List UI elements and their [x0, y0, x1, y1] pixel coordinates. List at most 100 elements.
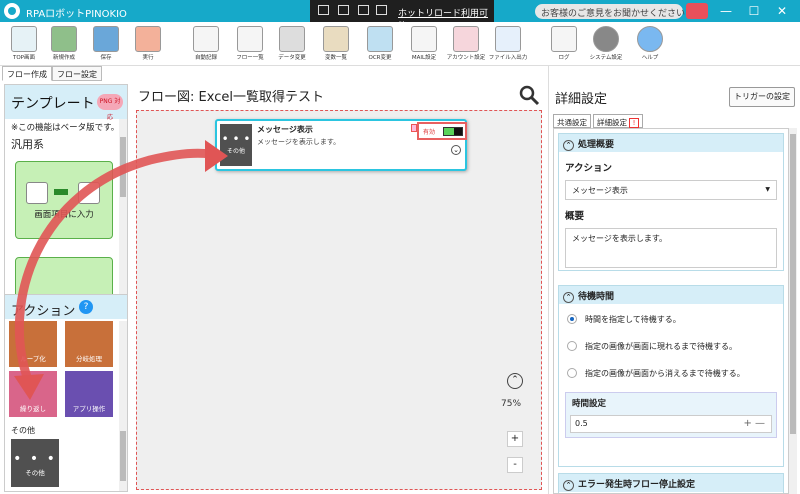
gear-icon: [593, 26, 619, 52]
summary-textarea[interactable]: メッセージを表示します。: [565, 228, 777, 268]
action-section: アクション ? ループ化 分岐処理 繰り返し アプリ操作 その他 • • • その…: [4, 294, 128, 492]
data-change-button[interactable]: データ変更: [272, 24, 312, 64]
arrow-right-icon: [54, 189, 68, 195]
app-logo-icon: [4, 3, 20, 19]
detail-panel: 詳細設定 トリガーの設定 共通設定 詳細設定! ⌃ 処理概要 アクション メッセー…: [548, 66, 800, 494]
record-icon: [193, 26, 219, 52]
account-icon: [453, 26, 479, 52]
time-setting-label: 時間設定: [572, 399, 607, 409]
action-tile-app[interactable]: アプリ操作: [65, 371, 113, 417]
action-tile-branch[interactable]: 分岐処理: [65, 321, 113, 367]
folder-icon: [367, 26, 393, 52]
template-card-2[interactable]: [15, 257, 113, 295]
time-setting-box: 時間設定 0.5 + —: [565, 392, 777, 438]
feedback-hand-icon[interactable]: [686, 3, 708, 19]
dots-icon: • • •: [13, 451, 57, 467]
save-button[interactable]: 保存: [86, 24, 126, 64]
list-icon: [237, 26, 263, 52]
log-icon: [551, 26, 577, 52]
file-io-button[interactable]: ファイル入出力: [488, 24, 528, 64]
tab-common-settings[interactable]: 共通設定: [553, 114, 591, 128]
zoom-level: 75%: [501, 399, 522, 409]
new-button[interactable]: 新規作成: [44, 24, 84, 64]
radio-wait-image-appear[interactable]: 指定の画像が画面に現れるまで待機する。: [567, 341, 737, 352]
system-settings-button[interactable]: システム設定: [586, 24, 626, 64]
app-title: RPAロボットPINOKIO: [26, 9, 127, 20]
pointer-icon[interactable]: [318, 5, 329, 15]
top-button[interactable]: TOP画面: [4, 24, 44, 64]
help-button[interactable]: ヘルプ: [630, 24, 670, 64]
log-button[interactable]: ログ: [544, 24, 584, 64]
flow-canvas[interactable]: • • • その他 メッセージ表示 メッセージを表示します。 有効 ⌄ ⌃ 75%…: [136, 110, 542, 490]
zoom-in-button[interactable]: +: [507, 431, 523, 447]
node-title: メッセージ表示: [257, 125, 313, 134]
action-header: アクション ?: [5, 295, 127, 319]
mail-icon: [411, 26, 437, 52]
template-card-input[interactable]: 画面項目に入力: [15, 161, 113, 239]
action-scrollbar[interactable]: [119, 321, 127, 491]
capture-icon[interactable]: [376, 5, 387, 15]
help-icon: [637, 26, 663, 52]
action-field-label: アクション: [565, 163, 613, 174]
enabled-label: 有効: [423, 129, 436, 136]
run-button[interactable]: 実行: [128, 24, 168, 64]
zoom-out-button[interactable]: -: [507, 457, 523, 473]
tab-flow-settings[interactable]: フロー設定: [52, 66, 102, 81]
minimize-button[interactable]: —: [712, 2, 740, 20]
search-icon[interactable]: [518, 84, 540, 106]
other-category-label: その他: [11, 426, 35, 435]
file-io-icon: [495, 26, 521, 52]
flow-node-message[interactable]: • • • その他 メッセージ表示 メッセージを表示します。 有効 ⌄: [215, 119, 467, 171]
detail-scrollbar[interactable]: [789, 128, 797, 494]
variable-list-button[interactable]: 変数一覧: [316, 24, 356, 64]
help-circle-icon[interactable]: ?: [79, 300, 93, 314]
template-category: 汎用系: [11, 138, 44, 151]
section-wait: ⌃ 待機時間 時間を指定して待機する。 指定の画像が画面に現れるまで待機する。 指…: [558, 285, 784, 467]
save-icon: [93, 26, 119, 52]
main-toolbar: TOP画面 新規作成 保存 実行 自動記録 フロー一覧 データ変更 変数一覧 O…: [0, 22, 800, 66]
feedback-button[interactable]: お客様のご意見をお聞かせください: [535, 4, 685, 19]
radio-wait-image-disappear[interactable]: 指定の画像が画面から消えるまで待機する。: [567, 368, 745, 379]
chevron-up-icon[interactable]: ⌃: [507, 373, 523, 389]
time-input[interactable]: 0.5 + —: [570, 415, 772, 433]
action-select[interactable]: メッセージ表示 ▼: [565, 180, 777, 200]
warning-icon: !: [629, 118, 639, 128]
chevron-down-icon[interactable]: ⌄: [451, 145, 461, 155]
flow-panel: フロー図: Excel一覧取得テスト • • • その他 メッセージ表示 メッセー…: [134, 66, 546, 494]
radio-wait-time[interactable]: 時間を指定して待機する。: [567, 314, 681, 325]
node-description: メッセージを表示します。: [257, 138, 341, 146]
close-button[interactable]: ✕: [768, 2, 796, 20]
tab-flow-create[interactable]: フロー作成: [2, 66, 52, 81]
template-card-label: 画面項目に入力: [34, 210, 94, 220]
remote-toolbar: ホットリロード利用可能: [310, 0, 494, 32]
play-icon: [135, 26, 161, 52]
template-header: テンプレート PNG 対応: [5, 85, 127, 121]
action-tile-other[interactable]: • • • その他: [11, 439, 59, 487]
summary-field-label: 概要: [565, 211, 585, 222]
action-tile-loop[interactable]: ループ化: [9, 321, 57, 367]
template-scrollbar[interactable]: [119, 119, 127, 295]
node-other-icon: • • • その他: [220, 124, 252, 166]
chevron-up-icon: ⌃: [563, 480, 574, 491]
enabled-toggle[interactable]: [443, 127, 463, 136]
mouse-icon: [26, 182, 48, 204]
section-summary-header[interactable]: ⌃ 処理概要: [559, 134, 783, 152]
screen-icon[interactable]: [338, 5, 349, 15]
window-icon[interactable]: [358, 5, 369, 15]
flow-list-button[interactable]: フロー一覧: [230, 24, 270, 64]
left-panel: フロー作成 フロー設定 テンプレート PNG 対応 ※この機能はベータ版です。 …: [0, 66, 132, 494]
action-tile-repeat[interactable]: 繰り返し: [9, 371, 57, 417]
trigger-settings-button[interactable]: トリガーの設定: [729, 87, 795, 107]
section-wait-header[interactable]: ⌃ 待機時間: [559, 286, 783, 304]
stepper-icon[interactable]: + —: [743, 418, 765, 429]
auto-record-button[interactable]: 自動記録: [186, 24, 226, 64]
account-button[interactable]: アカウント設定: [446, 24, 486, 64]
home-icon: [11, 26, 37, 52]
maximize-button[interactable]: ☐: [740, 2, 768, 20]
ocr-button[interactable]: OCR変更: [360, 24, 400, 64]
mail-button[interactable]: MAIL設定: [404, 24, 444, 64]
tab-detail-settings[interactable]: 詳細設定!: [593, 114, 643, 128]
section-error-header[interactable]: ⌃ エラー発生時フロー停止設定: [559, 474, 783, 492]
database-icon: [279, 26, 305, 52]
section-error-stop: ⌃ エラー発生時フロー停止設定: [558, 473, 784, 493]
